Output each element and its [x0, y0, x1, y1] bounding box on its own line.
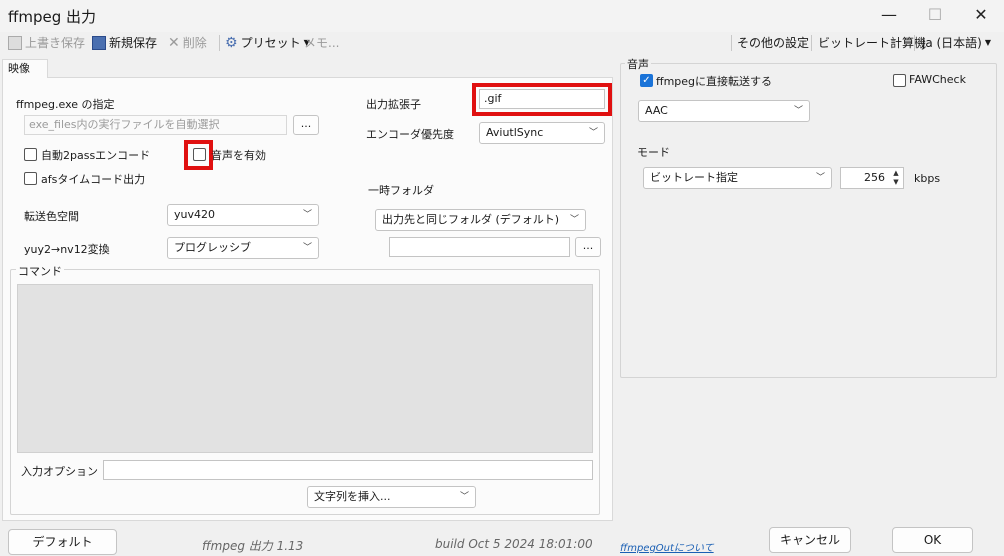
audio-enable-label: 音声を有効 — [211, 149, 266, 162]
audio-codec-select[interactable]: AAC ﹀ — [638, 100, 810, 122]
output-ext-input[interactable]: .gif — [479, 89, 605, 109]
save-disk-icon — [8, 36, 22, 50]
toolbar-separator — [914, 35, 915, 51]
exe-browse-button[interactable]: ... — [293, 115, 319, 135]
new-save-label: 新規保存 — [109, 36, 158, 50]
mode-value: ビットレート指定 — [650, 171, 738, 184]
mode-select[interactable]: ビットレート指定 ﹀ — [643, 167, 832, 189]
encoder-priority-value: AviutlSync — [486, 126, 544, 139]
colorspace-select[interactable]: yuv420 ﹀ — [167, 204, 319, 226]
audio-group-title: 音声 — [625, 56, 651, 72]
title-bar — [0, 0, 1004, 32]
language-label: ja (日本語) — [922, 36, 982, 50]
toolbar-separator — [219, 35, 220, 51]
auto2pass-label: 自動2passエンコード — [41, 149, 151, 162]
exe-path-input[interactable]: exe_files内の実行ファイルを自動選択 — [24, 115, 287, 135]
preset-dropdown[interactable]: ⚙ プリセット ▼ — [225, 34, 310, 52]
yuy2-label: yuy2→nv12変換 — [24, 243, 110, 256]
chevron-down-icon: ﹀ — [569, 215, 579, 225]
default-button[interactable]: デフォルト — [8, 529, 117, 555]
temp-folder-path-input[interactable] — [389, 237, 570, 257]
fawcheck-label: FAWCheck — [909, 73, 966, 86]
minimize-button[interactable]: — — [866, 4, 912, 26]
temp-folder-browse-button[interactable]: ... — [575, 237, 601, 257]
maximize-button[interactable]: ☐ — [912, 4, 958, 26]
afs-timecode-checkbox[interactable] — [24, 172, 37, 185]
ok-button[interactable]: OK — [892, 527, 973, 553]
overwrite-save-button[interactable]: 上書き保存 — [8, 34, 85, 52]
bitrate-calculator-button[interactable]: ビットレート計算機 — [818, 34, 926, 52]
app-version-text: ffmpeg 出力 1.13 — [202, 539, 304, 553]
chevron-down-icon: ▼ — [984, 38, 992, 47]
toolbar-separator — [731, 35, 732, 51]
preset-label: プリセット — [240, 36, 301, 50]
chevron-down-icon: ﹀ — [793, 106, 803, 116]
other-settings-button[interactable]: その他の設定 — [737, 34, 809, 52]
colorspace-label: 転送色空間 — [24, 210, 79, 223]
afs-timecode-label: afsタイムコード出力 — [41, 173, 146, 186]
encoder-priority-select[interactable]: AviutlSync ﹀ — [479, 122, 605, 144]
window-title: ffmpeg 出力 — [8, 8, 96, 26]
delete-label: 削除 — [182, 36, 207, 50]
temp-folder-select[interactable]: 出力先と同じフォルダ (デフォルト) ﹀ — [375, 209, 586, 231]
direct-transfer-checkbox[interactable]: ✓ — [640, 74, 653, 87]
new-save-button[interactable]: 新規保存 — [92, 34, 157, 52]
mode-label: モード — [637, 146, 670, 159]
close-button[interactable]: ✕ — [958, 4, 1004, 26]
audio-codec-value: AAC — [645, 104, 668, 117]
about-link[interactable]: ffmpegOutについて — [620, 539, 714, 554]
encoder-priority-label: エンコーダ優先度 — [366, 128, 454, 141]
temp-folder-value: 出力先と同じフォルダ (デフォルト) — [382, 213, 560, 226]
exe-label: ffmpeg.exe の指定 — [16, 98, 115, 111]
bitrate-unit-label: kbps — [914, 172, 941, 185]
fawcheck-checkbox[interactable] — [893, 74, 906, 87]
build-info-text: build Oct 5 2024 18:01:00 — [435, 537, 593, 551]
temp-folder-label: 一時フォルダ — [368, 184, 434, 197]
direct-transfer-label: ffmpegに直接転送する — [656, 75, 773, 88]
toolbar-separator — [811, 35, 812, 51]
auto2pass-checkbox[interactable] — [24, 148, 37, 161]
colorspace-value: yuv420 — [174, 208, 215, 221]
output-ext-label: 出力拡張子 — [366, 98, 421, 111]
insert-string-select[interactable]: 文字列を挿入... ﹀ — [307, 486, 476, 508]
chevron-down-icon: ﹀ — [459, 492, 469, 502]
command-group-title: コマンド — [16, 263, 64, 279]
yuy2-select[interactable]: プログレッシブ ﹀ — [167, 237, 319, 259]
cancel-button[interactable]: キャンセル — [769, 527, 851, 553]
tab-video[interactable]: 映像 — [2, 59, 48, 78]
memo-button[interactable]: メモ... — [304, 34, 339, 52]
overwrite-save-label: 上書き保存 — [25, 36, 86, 50]
chevron-down-icon: ﹀ — [302, 210, 312, 220]
delete-x-icon: ✕ — [168, 35, 180, 51]
command-textarea[interactable] — [17, 284, 593, 453]
delete-button[interactable]: ✕ 削除 — [168, 34, 207, 52]
insert-string-label: 文字列を挿入... — [314, 490, 391, 503]
yuy2-value: プログレッシブ — [174, 241, 251, 254]
chevron-down-icon: ﹀ — [302, 243, 312, 253]
language-dropdown[interactable]: ja (日本語) ▼ — [922, 34, 991, 52]
input-option-input[interactable] — [103, 460, 593, 480]
gear-icon: ⚙ — [225, 35, 238, 51]
bitrate-spinner[interactable]: ▲ ▼ — [890, 169, 902, 187]
audio-enable-checkbox[interactable] — [193, 148, 206, 161]
chevron-down-icon: ﹀ — [815, 173, 825, 183]
chevron-down-icon: ﹀ — [588, 128, 598, 138]
input-option-label: 入力オプション — [21, 465, 98, 478]
save-disk-icon — [92, 36, 106, 50]
